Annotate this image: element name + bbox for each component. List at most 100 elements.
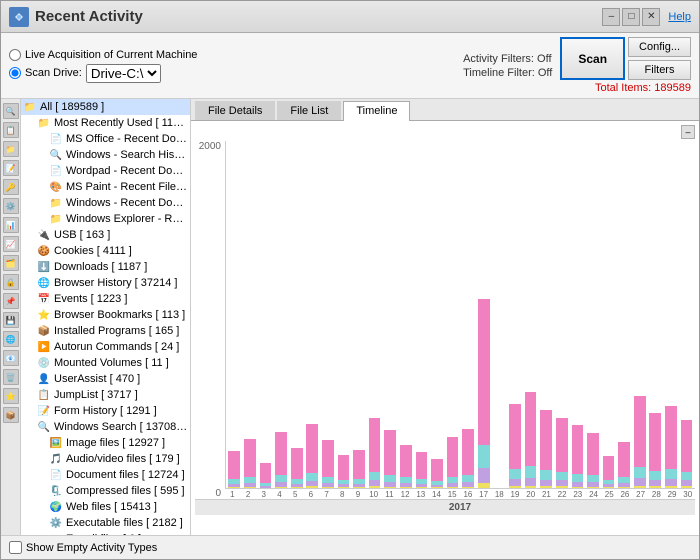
scan-drive-option[interactable]: Scan Drive: Drive-C:\ (9, 64, 197, 83)
x-axis-label: 23 (570, 490, 585, 499)
list-item[interactable]: 📄MS Office - Recent Docs [ (21, 131, 190, 147)
list-item[interactable]: 🔌USB [ 163 ] (21, 227, 190, 243)
paint-icon: 🎨 (49, 180, 63, 194)
show-empty-checkbox-item[interactable]: Show Empty Activity Types (9, 541, 157, 554)
sidebar-item-label: Document files [ 12724 ] (66, 469, 185, 481)
sidebar-item-label: Mounted Volumes [ 11 ] (54, 357, 169, 369)
bar-segment (478, 445, 490, 468)
bar-segment (244, 487, 256, 488)
list-item[interactable]: 🔍Windows Search [ 137088 ] (21, 419, 190, 435)
list-item[interactable]: 🌍Web files [ 15413 ] (21, 499, 190, 515)
list-item[interactable]: 📄Wordpad - Recent Docs [ (21, 163, 190, 179)
list-item[interactable]: 📁Windows Explorer - Recen (21, 211, 190, 227)
maximize-button[interactable]: □ (622, 8, 640, 26)
side-panel-icon[interactable]: 🔒 (3, 274, 19, 290)
bar-segment (665, 479, 677, 486)
list-item[interactable]: 📦Installed Programs [ 165 ] (21, 323, 190, 339)
bar-segment (634, 478, 646, 486)
chart-minimize-button[interactable]: – (681, 125, 695, 139)
app-icon: 📦 (37, 324, 51, 338)
side-panel-icon[interactable]: 💾 (3, 312, 19, 328)
side-panel-icon[interactable]: 📧 (3, 350, 19, 366)
list-item[interactable]: 🖼️Image files [ 12927 ] (21, 435, 190, 451)
list-item[interactable]: 🎨MS Paint - Recent Files [ 9 (21, 179, 190, 195)
show-empty-checkbox[interactable] (9, 541, 22, 554)
audio-icon: 🎵 (49, 452, 63, 466)
side-panel-icon[interactable]: 🗑️ (3, 369, 19, 385)
bar-segment (665, 486, 677, 488)
side-panel-icon[interactable]: 📌 (3, 293, 19, 309)
help-link[interactable]: Help (668, 11, 691, 23)
bar-segment (665, 406, 677, 469)
main-window: Recent Activity – □ ✕ Help Live Acquisit… (0, 0, 700, 560)
bar-group (414, 141, 429, 488)
user-icon: 👤 (37, 372, 51, 386)
x-axis-label: 6 (304, 490, 319, 499)
tab-file-details[interactable]: File Details (195, 101, 275, 120)
x-axis-label: 14 (429, 490, 444, 499)
list-item[interactable]: 👤UserAssist [ 470 ] (21, 371, 190, 387)
list-item[interactable]: 📁Windows - Recent Docume (21, 195, 190, 211)
bar-segment (291, 448, 303, 479)
side-panel-icon[interactable]: 📈 (3, 236, 19, 252)
list-item[interactable]: 📁Most Recently Used [ 1197 ] (21, 115, 190, 131)
sidebar[interactable]: 📁All [ 189589 ]📁Most Recently Used [ 119… (21, 99, 191, 535)
side-panel-icon[interactable]: 🗂️ (3, 255, 19, 271)
bar-stack (447, 437, 459, 488)
bar-stack (462, 429, 474, 488)
list-item[interactable]: 💿Mounted Volumes [ 11 ] (21, 355, 190, 371)
sidebar-item-label: UserAssist [ 470 ] (54, 373, 140, 385)
live-acquisition-option[interactable]: Live Acquisition of Current Machine (9, 49, 197, 61)
list-item[interactable]: 🔍Windows - Search History [ (21, 147, 190, 163)
minimize-button[interactable]: – (602, 8, 620, 26)
list-item[interactable]: 📋JumpList [ 3717 ] (21, 387, 190, 403)
source-radio-group: Live Acquisition of Current Machine Scan… (9, 49, 197, 83)
list-item[interactable]: ⭐Browser Bookmarks [ 113 ] (21, 307, 190, 323)
side-panel-icon[interactable]: 🔍 (3, 103, 19, 119)
bar-group (305, 141, 320, 488)
x-axis-label: 9 (351, 490, 366, 499)
side-panel-icon[interactable]: ⚙️ (3, 198, 19, 214)
side-panel-icon[interactable]: 📦 (3, 407, 19, 423)
content-area: File Details File List Timeline – 2000 0 (191, 99, 699, 535)
close-button[interactable]: ✕ (642, 8, 660, 26)
sidebar-item-label: Wordpad - Recent Docs [ (66, 165, 188, 177)
bar-segment (228, 487, 240, 488)
list-item[interactable]: 🍪Cookies [ 4111 ] (21, 243, 190, 259)
tab-file-list[interactable]: File List (277, 101, 341, 120)
list-item[interactable]: 🌐Browser History [ 37214 ] (21, 275, 190, 291)
side-panel-icon[interactable]: 📁 (3, 141, 19, 157)
scan-drive-radio[interactable] (9, 67, 21, 79)
list-item[interactable]: 📅Events [ 1223 ] (21, 291, 190, 307)
list-item[interactable]: 🎵Audio/video files [ 179 ] (21, 451, 190, 467)
list-item[interactable]: ⚙️Executable files [ 2182 ] (21, 515, 190, 531)
list-item[interactable]: 📝Form History [ 1291 ] (21, 403, 190, 419)
bar-stack (665, 406, 677, 488)
bar-stack (228, 451, 240, 488)
list-item[interactable]: ▶️Autorun Commands [ 24 ] (21, 339, 190, 355)
tab-timeline[interactable]: Timeline (343, 101, 410, 121)
drive-select[interactable]: Drive-C:\ (86, 64, 161, 83)
side-panel-icon[interactable]: ⭐ (3, 388, 19, 404)
side-panel-icon[interactable]: 🔑 (3, 179, 19, 195)
sidebar-item-label: Form History [ 1291 ] (54, 405, 157, 417)
list-item[interactable]: 📄Document files [ 12724 ] (21, 467, 190, 483)
list-item[interactable]: 🗜️Compressed files [ 595 ] (21, 483, 190, 499)
list-item[interactable]: ⬇️Downloads [ 1187 ] (21, 259, 190, 275)
side-panel-icon[interactable]: 📝 (3, 160, 19, 176)
bar-group (508, 141, 523, 488)
side-panel-icon[interactable]: 📊 (3, 217, 19, 233)
live-acquisition-radio[interactable] (9, 49, 21, 61)
chart-area: – 2000 0 1234567891011121314151617181920… (191, 121, 699, 535)
list-item[interactable]: 📁All [ 189589 ] (21, 99, 190, 115)
chart-header: – (195, 125, 695, 139)
config-button[interactable]: Config... (628, 37, 691, 57)
filters-button[interactable]: Filters (628, 60, 691, 80)
sidebar-item-label: Compressed files [ 595 ] (66, 485, 185, 497)
x-axis-label: 16 (461, 490, 476, 499)
bar-group (430, 141, 445, 488)
side-panel-icon[interactable]: 🌐 (3, 331, 19, 347)
side-panel-icon[interactable]: 📋 (3, 122, 19, 138)
scan-button[interactable]: Scan (560, 37, 625, 80)
bar-group (258, 141, 273, 488)
